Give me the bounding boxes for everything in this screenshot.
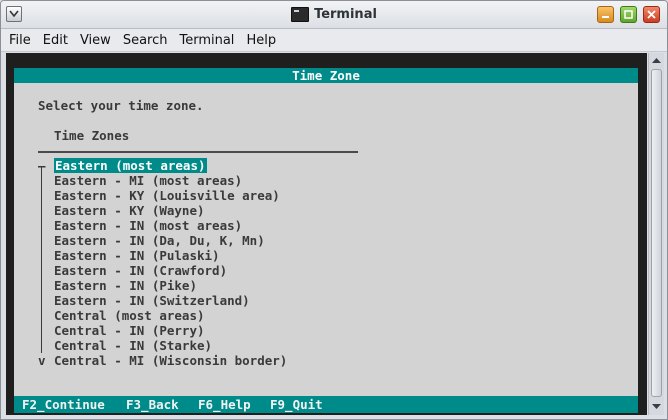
list-item[interactable]: – Eastern (most areas)	[38, 158, 207, 173]
list-item[interactable]: Eastern - IN (Switzerland)	[38, 293, 250, 308]
terminal-screen[interactable]: Time Zone Select your time zone. Time Zo…	[6, 53, 647, 415]
list-item[interactable]: Eastern - IN (Pulaski)	[38, 248, 220, 263]
back-key[interactable]: F3_Back	[126, 396, 179, 413]
scroll-up-icon[interactable]	[651, 56, 662, 66]
maximize-button[interactable]	[620, 6, 637, 23]
minimize-button[interactable]	[597, 6, 614, 23]
menu-edit[interactable]: Edit	[43, 33, 68, 48]
menu-view[interactable]: View	[80, 33, 111, 48]
list-item-label: Eastern - IN (Da, Du, K, Mn)	[54, 233, 265, 248]
menu-file[interactable]: File	[9, 33, 31, 48]
list-item-label: Central - IN (Starke)	[54, 338, 213, 353]
help-key[interactable]: F6_Help	[198, 396, 251, 413]
list-item[interactable]: Central - IN (Perry)	[38, 323, 205, 338]
list-item-label: Eastern - IN (Pulaski)	[54, 248, 220, 263]
list-item[interactable]: Eastern - KY (Wayne)	[38, 203, 205, 218]
terminal-scrollbar[interactable]	[648, 53, 664, 415]
dialog-title: Time Zone	[14, 68, 638, 83]
timezone-list[interactable]: – Eastern (most areas) Eastern - MI (mos…	[38, 158, 287, 368]
menu-search[interactable]: Search	[123, 33, 168, 48]
list-item[interactable]: Eastern - IN (most areas)	[38, 218, 242, 233]
list-item-label: Eastern - IN (most areas)	[54, 218, 243, 233]
list-item[interactable]: Central (most areas)	[38, 308, 205, 323]
list-item-label: Eastern - IN (Crawford)	[54, 263, 228, 278]
timezone-dialog: Time Zone Select your time zone. Time Zo…	[14, 68, 638, 396]
quit-key[interactable]: F9_Quit	[270, 396, 323, 413]
list-item[interactable]: Central - IN (Starke)	[38, 338, 212, 353]
scrollbar-thumb[interactable]	[651, 69, 662, 397]
list-item-label: Eastern - MI (most areas)	[54, 173, 243, 188]
list-item[interactable]: v Central - MI (Wisconsin border)	[38, 353, 287, 368]
list-item-label: Eastern - KY (Louisville area)	[54, 188, 280, 203]
list-item-label: Eastern - IN (Pike)	[54, 278, 197, 293]
list-item[interactable]: Eastern - IN (Da, Du, K, Mn)	[38, 233, 265, 248]
list-item-label: Eastern - KY (Wayne)	[54, 203, 205, 218]
scroll-down-icon[interactable]	[651, 401, 662, 411]
dialog-prompt: Select your time zone.	[38, 98, 204, 113]
list-item[interactable]: Eastern - IN (Crawford)	[38, 263, 227, 278]
list-header: Time Zones	[54, 128, 130, 143]
terminal-app-icon	[291, 7, 310, 22]
close-button[interactable]	[643, 6, 660, 23]
close-icon	[647, 10, 656, 19]
list-item-label: Eastern - IN (Switzerland)	[54, 293, 250, 308]
menu-bar: File Edit View Search Terminal Help	[1, 29, 667, 52]
maximize-icon	[624, 10, 633, 19]
list-item[interactable]: Eastern - IN (Pike)	[38, 278, 197, 293]
terminal-window: Terminal File Edit View Search Terminal …	[0, 0, 668, 420]
list-item[interactable]: Eastern - MI (most areas)	[38, 173, 242, 188]
list-item-label: Central - IN (Perry)	[54, 323, 205, 338]
list-header-rule	[38, 151, 358, 153]
list-scroll-marker: –	[38, 158, 46, 173]
menu-help[interactable]: Help	[246, 33, 276, 48]
title-bar[interactable]: Terminal	[1, 1, 667, 29]
function-key-bar: F2_Continue F3_Back F6_Help F9_Quit	[14, 396, 638, 413]
menu-terminal[interactable]: Terminal	[179, 33, 234, 48]
list-item-label: Central (most areas)	[54, 308, 205, 323]
window-title: Terminal	[314, 7, 377, 22]
title-area: Terminal	[1, 1, 667, 28]
minimize-icon	[602, 16, 609, 18]
list-item-label: Eastern (most areas)	[54, 158, 207, 173]
list-scroll-marker: v	[38, 353, 46, 368]
list-item-label: Central - MI (Wisconsin border)	[54, 353, 288, 368]
list-item[interactable]: Eastern - KY (Louisville area)	[38, 188, 280, 203]
continue-key[interactable]: F2_Continue	[22, 396, 105, 413]
